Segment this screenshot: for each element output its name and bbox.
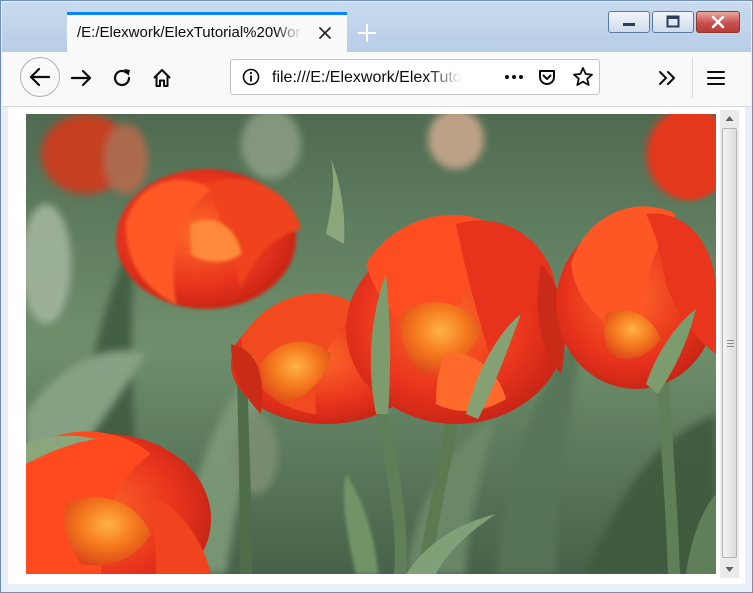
double-chevron-icon[interactable] bbox=[657, 68, 679, 88]
scroll-up-arrow-icon[interactable] bbox=[720, 110, 739, 127]
url-bar[interactable]: file:///E:/Elexwork/ElexTutorial%20Work%… bbox=[230, 59, 600, 95]
navigation-toolbar: file:///E:/Elexwork/ElexTutorial%20Work%… bbox=[2, 52, 751, 107]
tab-active[interactable]: /E:/Elexwork/ElexTutorial%20Work%20Files bbox=[67, 12, 347, 53]
minimize-button[interactable] bbox=[608, 11, 650, 33]
url-text[interactable]: file:///E:/Elexwork/ElexTutorial%20Work%… bbox=[272, 69, 462, 87]
tulip-image bbox=[26, 114, 716, 574]
more-horizontal-icon[interactable] bbox=[503, 68, 525, 86]
vertical-scrollbar[interactable] bbox=[720, 110, 739, 578]
new-tab-plus-icon[interactable] bbox=[356, 22, 378, 44]
arrow-right-icon bbox=[70, 69, 92, 87]
reload-icon bbox=[113, 69, 131, 87]
close-tab-icon[interactable] bbox=[316, 24, 334, 42]
home-icon bbox=[153, 69, 171, 87]
back-button[interactable] bbox=[20, 57, 60, 97]
info-icon[interactable] bbox=[242, 68, 260, 86]
forward-button[interactable] bbox=[70, 67, 94, 89]
tab-title: /E:/Elexwork/ElexTutorial%20Work%20Files bbox=[77, 24, 302, 41]
home-button[interactable] bbox=[151, 67, 173, 89]
thumb-grip-line bbox=[727, 346, 734, 347]
close-window-button[interactable] bbox=[696, 11, 740, 33]
toolbar-divider bbox=[692, 58, 693, 98]
tab-strip: /E:/Elexwork/ElexTutorial%20Work%20Files bbox=[2, 2, 751, 53]
thumb-grip-line bbox=[727, 340, 734, 341]
browser-window: /E:/Elexwork/ElexTutorial%20Work%20Files bbox=[0, 0, 753, 593]
star-icon[interactable] bbox=[572, 66, 594, 88]
scroll-down-arrow-icon[interactable] bbox=[720, 561, 739, 578]
page-content bbox=[8, 107, 745, 584]
reload-button[interactable] bbox=[111, 67, 133, 89]
hamburger-menu-icon[interactable] bbox=[706, 68, 726, 88]
maximize-button[interactable] bbox=[652, 11, 694, 33]
pocket-icon[interactable] bbox=[537, 67, 557, 87]
scrollbar-thumb[interactable] bbox=[722, 128, 737, 558]
thumb-grip-line bbox=[727, 343, 734, 344]
